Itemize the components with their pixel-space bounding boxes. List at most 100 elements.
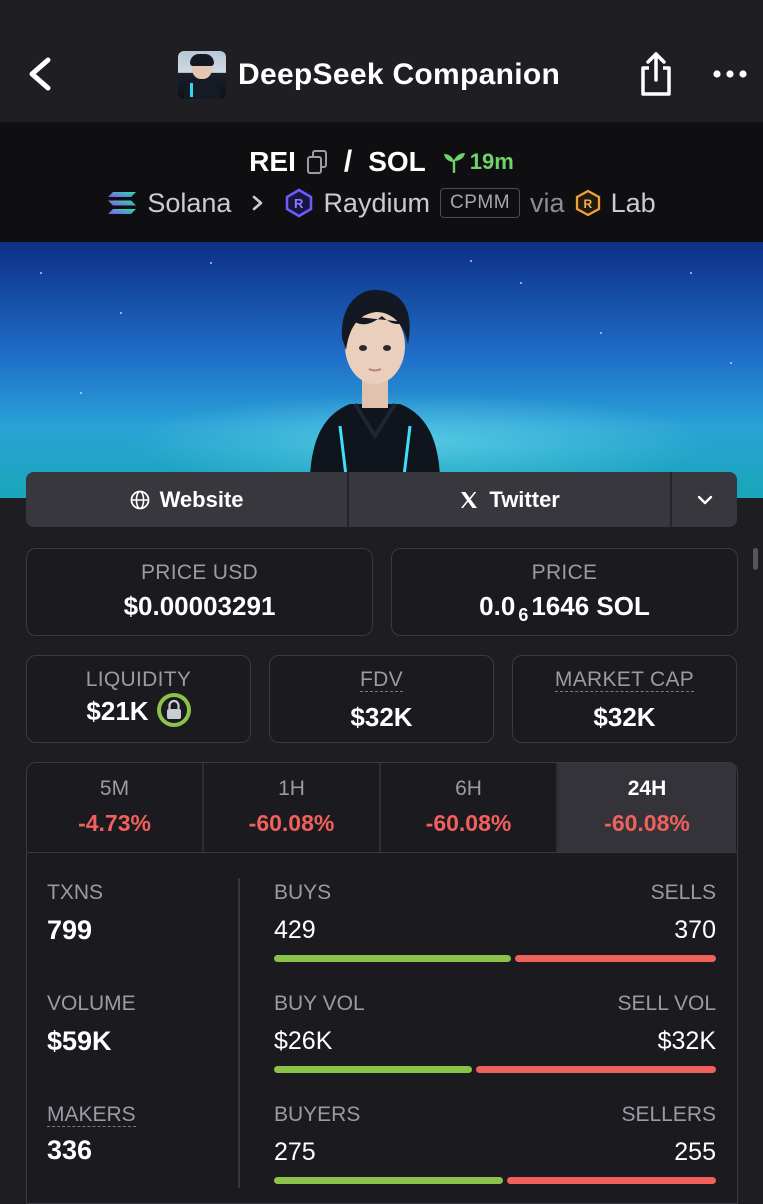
volume-value: $59K [47, 1026, 112, 1056]
price-suffix: 1646 SOL [531, 591, 650, 621]
page-title: DeepSeek Companion [238, 58, 561, 91]
lock-icon [156, 693, 191, 728]
chain-name[interactable]: Solana [147, 188, 231, 219]
market-cap-card: MARKET CAP $32K [512, 655, 737, 743]
scrollbar[interactable] [753, 548, 758, 570]
price-change: -60.08% [604, 810, 690, 836]
buyers-label: BUYERS [274, 1103, 361, 1126]
pair-title: REI / SOL 19m [0, 144, 763, 180]
column-divider [238, 878, 240, 1188]
copy-icon[interactable] [306, 149, 328, 175]
token-banner-image [0, 242, 763, 498]
makers-split: BUYERS SELLERS 275 255 [274, 1103, 716, 1203]
fdv-label[interactable]: FDV [270, 668, 493, 692]
price-native-label: PRICE [531, 561, 598, 584]
txns-label: TXNS [47, 881, 104, 904]
breadcrumb: Solana R Raydium CPMM via R Lab [0, 184, 763, 222]
timeframe-tabs: 5M -4.73% 1H -60.08% 6H -60.08% 24H -60.… [27, 763, 737, 853]
liquidity-value-row: $21K [27, 693, 250, 730]
tab-24h[interactable]: 24H -60.08% [558, 763, 736, 852]
pair-separator: / [343, 145, 353, 178]
tab-5m[interactable]: 5M -4.73% [27, 763, 204, 852]
makers-label[interactable]: MAKERS [47, 1103, 217, 1127]
character-illustration [309, 289, 441, 498]
buyers-bar [274, 1177, 504, 1184]
totals-column: TXNS 799 VOLUME $59K MAKERS 336 [47, 881, 217, 1203]
buy-vol-bar [274, 1066, 473, 1073]
price-usd-card: PRICE USD $0.00003291 [26, 548, 373, 636]
launchpad-name[interactable]: Lab [611, 188, 656, 219]
pair-age: 19m [469, 149, 514, 174]
pair-age-badge: 19m [442, 149, 514, 175]
liquidity-card: LIQUIDITY $21K [26, 655, 251, 743]
buy-sell-column: BUYS SELLS 429 370 BUY VOL SELL VOL $26K… [274, 881, 716, 1203]
website-button[interactable]: Website [26, 472, 350, 527]
buy-vol-value: $26K [274, 1027, 333, 1055]
solana-icon [108, 192, 137, 214]
volume-bar [274, 1066, 716, 1073]
buys-label: BUYS [274, 881, 332, 904]
twitter-button[interactable]: Twitter [349, 472, 673, 527]
price-prefix: 0.0 [479, 591, 516, 621]
chevron-right-icon [253, 195, 263, 211]
social-links-bar: Website Twitter [26, 472, 737, 527]
buyers-value: 275 [274, 1138, 316, 1166]
txns-metric: TXNS 799 [47, 881, 217, 992]
makers-value: 336 [47, 1135, 93, 1165]
via-label: via [530, 187, 565, 218]
share-icon[interactable] [636, 50, 676, 98]
sells-label: SELLS [650, 881, 716, 904]
dex-name[interactable]: Raydium [323, 188, 430, 219]
globe-icon [130, 490, 149, 509]
volume-label: VOLUME [47, 992, 136, 1015]
pair-header: REI / SOL 19m Solana R Raydium CPMM via … [0, 122, 763, 242]
tab-1h[interactable]: 1H -60.08% [204, 763, 381, 852]
nav-title-group: DeepSeek Companion [178, 50, 560, 100]
website-label: Website [159, 486, 244, 512]
tab-6h[interactable]: 6H -60.08% [381, 763, 558, 852]
stats-panel: 5M -4.73% 1H -60.08% 6H -60.08% 24H -60.… [26, 762, 738, 1204]
fdv-value: $32K [350, 702, 413, 732]
market-cap-value: $32K [593, 702, 656, 732]
txns-value: 799 [47, 915, 93, 945]
price-change: -60.08% [248, 810, 335, 836]
buys-sells-split: BUYS SELLS 429 370 [274, 881, 716, 992]
launchpad-icon: R [575, 189, 600, 217]
buys-sells-bar [274, 955, 716, 962]
chevron-left-icon[interactable] [22, 52, 62, 96]
quote-symbol: SOL [368, 146, 426, 177]
x-logo-icon [461, 491, 478, 508]
liquidity-label: LIQUIDITY [85, 668, 192, 691]
price-native-card: PRICE 0.0 6 1646 SOL [391, 548, 738, 636]
more-dots-icon[interactable] [712, 62, 748, 86]
tab-label: 6H [455, 777, 482, 800]
price-zero-count: 6 [518, 605, 529, 626]
pool-type-badge: CPMM [439, 188, 521, 218]
more-links-button[interactable] [672, 472, 737, 527]
sell-vol-bar [476, 1066, 716, 1073]
volume-metric: VOLUME $59K [47, 992, 217, 1103]
avatar [178, 51, 226, 99]
sell-bar [515, 955, 716, 962]
buys-value: 429 [274, 916, 316, 944]
price-usd-value: $0.00003291 [123, 591, 276, 621]
seedling-icon [443, 153, 465, 173]
fdv-card: FDV $32K [269, 655, 494, 743]
twitter-label: Twitter [489, 486, 560, 512]
sells-value: 370 [674, 916, 716, 944]
makers-metric: MAKERS 336 [47, 1103, 217, 1203]
chevron-down-icon [697, 495, 712, 504]
makers-bar [274, 1177, 716, 1184]
svg-text:R: R [294, 196, 304, 211]
sellers-bar [507, 1177, 716, 1184]
market-cap-label[interactable]: MARKET CAP [513, 668, 736, 692]
buy-bar [274, 955, 512, 962]
sell-vol-value: $32K [657, 1027, 716, 1055]
base-symbol: REI [249, 146, 296, 177]
price-change: -60.08% [425, 810, 512, 836]
tab-label: 5M [99, 777, 130, 800]
raydium-icon: R [286, 188, 313, 218]
svg-text:R: R [583, 197, 592, 211]
price-native-value: 0.0 6 1646 SOL [392, 591, 737, 626]
top-nav-bar: DeepSeek Companion [0, 0, 763, 122]
